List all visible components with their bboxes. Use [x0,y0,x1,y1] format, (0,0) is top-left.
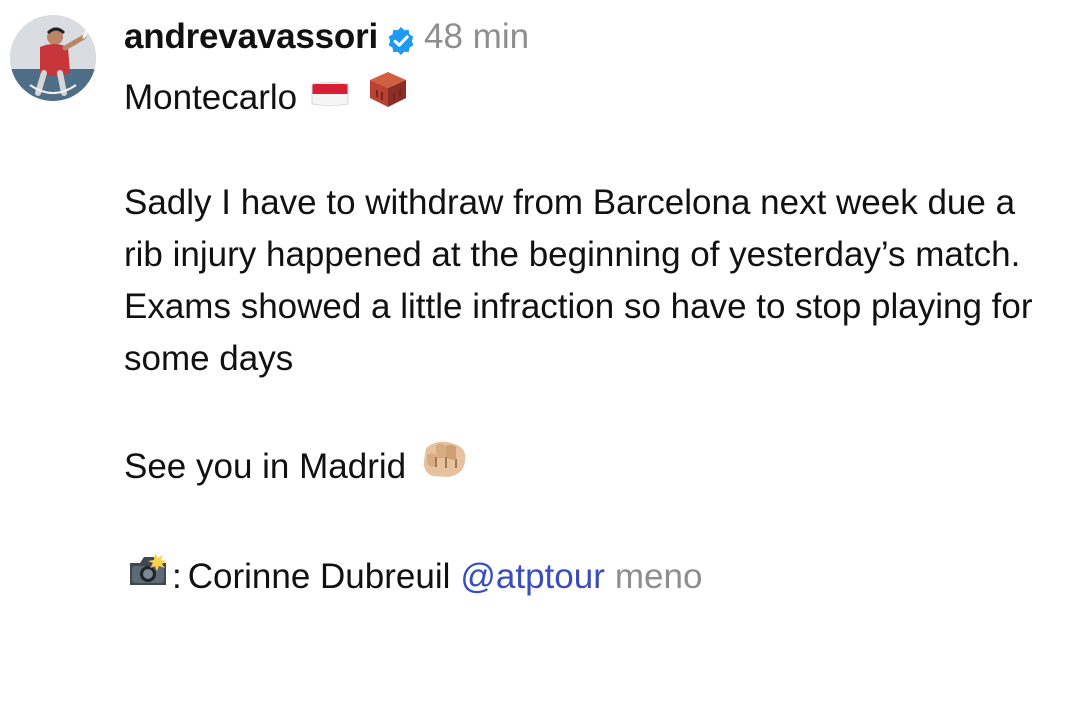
credit-name: Corinne Dubreuil [187,556,451,596]
monaco-flag-icon [309,72,351,124]
post-timestamp: 48 min [424,17,530,56]
caption-text: Montecarlo Sadly I have to withdraw from… [124,70,1064,605]
profile-avatar[interactable] [10,15,96,101]
caption-title-line: Montecarlo [124,70,1064,125]
caption-body: Sadly I have to withdraw from Barcelona … [124,183,1033,378]
caption-closing-text: See you in Madrid [124,446,407,486]
mention-link[interactable]: @atptour [460,551,605,603]
more-link[interactable]: meno [615,551,703,603]
camera-flash-icon [124,548,172,605]
username-link[interactable]: andrevavassori [124,14,378,60]
credit-separator: : [172,556,182,596]
verified-badge-icon [386,22,416,55]
brick-icon [363,70,411,125]
caption-closing-line: See you in Madrid [124,437,1064,496]
avatar-photo-icon [10,15,96,101]
photo-credit-line: : Corinne Dubreuil @atptour meno [124,548,1064,605]
caption-first-line: Montecarlo [124,77,298,117]
fist-bump-icon [418,437,470,496]
instagram-post: andrevavassori 48 min Montecarlo Sadly I… [0,0,1072,722]
post-header: andrevavassori 48 min [124,14,1064,60]
post-content: andrevavassori 48 min Montecarlo Sadly I… [124,14,1064,605]
